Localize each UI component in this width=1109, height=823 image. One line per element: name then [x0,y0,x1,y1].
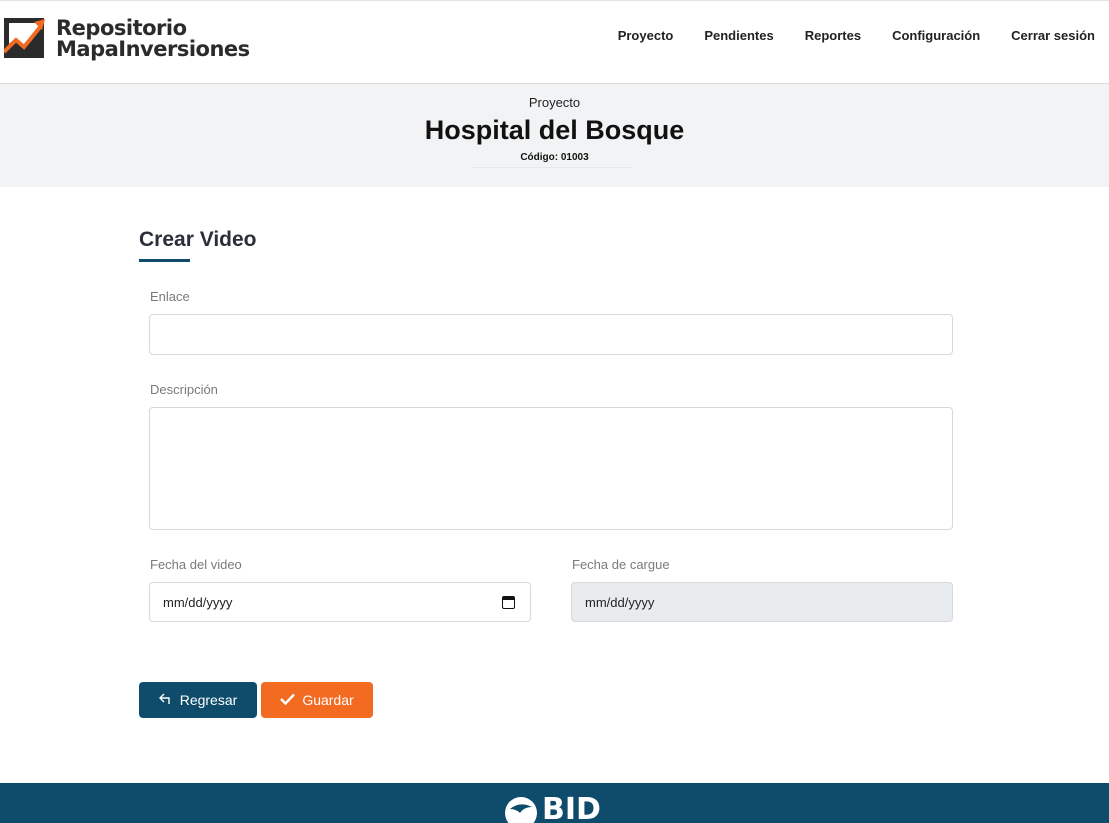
description-textarea[interactable] [149,407,953,530]
main-nav: Proyecto Pendientes Reportes Configuraci… [587,28,1095,43]
nav-item-cerrar-sesion[interactable]: Cerrar sesión [1011,28,1095,43]
bid-logo-text: BID [542,792,601,823]
return-arrow-icon [158,692,173,709]
nav-item-pendientes[interactable]: Pendientes [704,28,773,43]
save-button[interactable]: Guardar [261,682,373,718]
upload-date-input: mm/dd/yyyy [571,582,953,622]
divider [472,167,632,168]
nav-item-reportes[interactable]: Reportes [805,28,861,43]
upload-date-value: mm/dd/yyyy [585,595,655,610]
link-input[interactable] [149,314,953,355]
project-header: Proyecto Hospital del Bosque Código: 010… [0,84,1109,187]
upload-date-label: Fecha de cargue [572,557,670,572]
form-title: Crear Video [139,228,257,251]
form-title-underline [139,259,190,262]
project-code: Código: 01003 [520,152,589,163]
save-button-label: Guardar [302,692,354,708]
nav-item-configuracion[interactable]: Configuración [892,28,980,43]
project-title: Hospital del Bosque [424,115,685,145]
project-label: Proyecto [528,95,581,110]
video-date-input[interactable]: mm/dd/yyyy [149,582,531,622]
check-icon [280,692,296,709]
logo-text-line1: Repositorio [56,16,187,40]
logo-chart-icon [2,18,46,60]
logo-text: Repositorio MapaInversiones [56,18,250,60]
description-label: Descripción [150,382,218,397]
bid-logo: BID [504,795,601,823]
footer: BID [0,783,1109,823]
nav-item-proyecto[interactable]: Proyecto [618,28,674,43]
back-button-label: Regresar [179,692,238,708]
bid-emblem-icon [505,797,537,823]
calendar-icon[interactable] [502,596,515,609]
video-date-value: mm/dd/yyyy [163,595,233,610]
app-logo[interactable]: Repositorio MapaInversiones [2,18,250,60]
back-button[interactable]: Regresar [139,682,257,718]
video-date-label: Fecha del video [150,557,242,572]
logo-text-line2: MapaInversiones [56,37,250,61]
top-navbar: Repositorio MapaInversiones Proyecto Pen… [0,0,1109,84]
link-label: Enlace [150,289,190,304]
